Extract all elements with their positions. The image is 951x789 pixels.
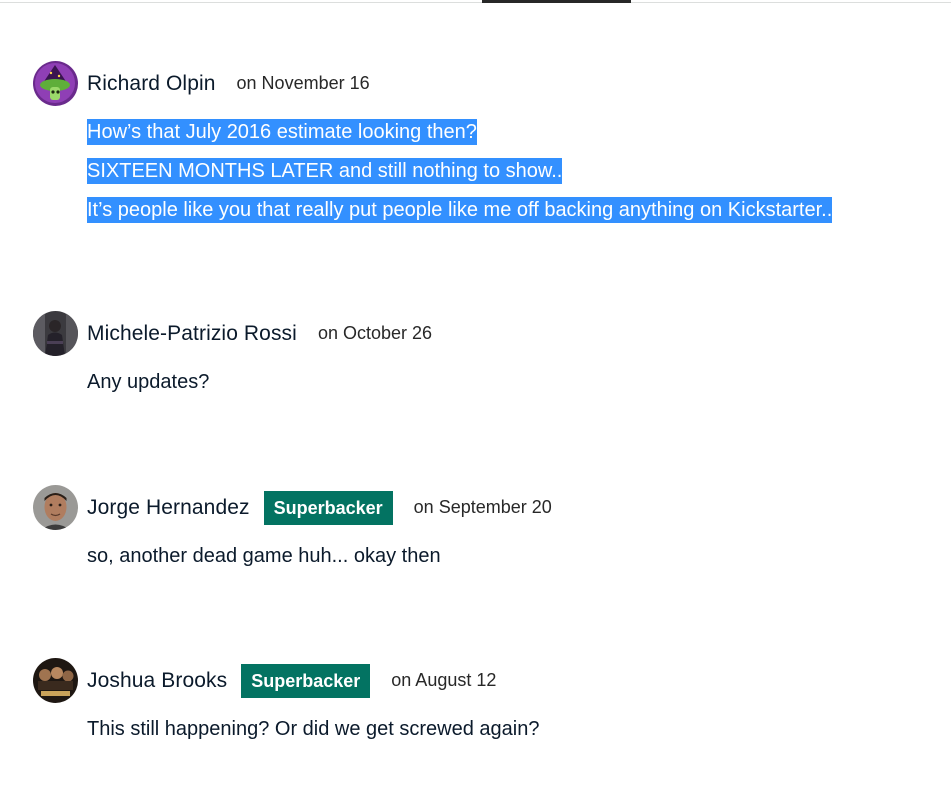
comment-body: so, another dead game huh... okay then <box>87 542 933 570</box>
avatar-joshua-brooks[interactable] <box>33 658 78 703</box>
author-name[interactable]: Jorge Hernandez <box>87 496 250 520</box>
avatar-jorge-hernandez[interactable] <box>33 485 78 530</box>
superbacker-badge: Superbacker <box>241 663 371 698</box>
comment-paragraph: How’s that July 2016 estimate looking th… <box>87 119 477 145</box>
comment-date: on September 20 <box>413 497 552 517</box>
comment-paragraph: so, another dead game huh... okay then <box>87 545 441 567</box>
comment-paragraph: SIXTEEN MONTHS LATER and still nothing t… <box>87 158 563 184</box>
comment-item: Richard Olpin on November 16 How’s that … <box>33 61 933 235</box>
active-tab-indicator <box>482 0 631 3</box>
comment-item: Michele-Patrizio Rossi on October 26 Any… <box>33 311 933 407</box>
author-name[interactable]: Richard Olpin <box>87 72 216 96</box>
avatar-richard-olpin[interactable] <box>33 61 78 106</box>
comment-date: on November 16 <box>236 73 370 93</box>
comment-date: on October 26 <box>317 323 433 343</box>
comment-paragraph: It’s people like you that really put peo… <box>87 197 833 223</box>
dark-photo-icon <box>33 311 78 356</box>
comment-item: Jorge Hernandez Superbacker on September… <box>33 485 933 581</box>
comment-header: Jorge Hernandez Superbacker on September… <box>33 485 933 530</box>
comment-body: How’s that July 2016 estimate looking th… <box>87 118 933 224</box>
comment-paragraph: This still happening? Or did we get scre… <box>87 718 540 740</box>
comment-header: Joshua Brooks Superbacker on August 12 <box>33 658 933 703</box>
comment-header: Richard Olpin on November 16 <box>33 61 933 106</box>
comment-paragraph: Any updates? <box>87 371 210 393</box>
avatar-michele-patrizio-rossi[interactable] <box>33 311 78 356</box>
comment-header: Michele-Patrizio Rossi on October 26 <box>33 311 933 356</box>
comment-body: This still happening? Or did we get scre… <box>87 715 933 743</box>
face-photo-icon <box>33 485 78 530</box>
comment-date: on August 12 <box>391 670 497 690</box>
comment-item: Joshua Brooks Superbacker on August 12 T… <box>33 658 933 754</box>
author-name[interactable]: Michele-Patrizio Rossi <box>87 322 297 346</box>
comments-page: Richard Olpin on November 16 How’s that … <box>0 0 951 789</box>
wizard-mushroom-icon <box>33 61 78 106</box>
superbacker-badge: Superbacker <box>263 490 393 525</box>
comment-body: Any updates? <box>87 368 933 396</box>
poster-icon <box>33 658 78 703</box>
top-divider <box>0 2 951 3</box>
author-name[interactable]: Joshua Brooks <box>87 669 227 693</box>
